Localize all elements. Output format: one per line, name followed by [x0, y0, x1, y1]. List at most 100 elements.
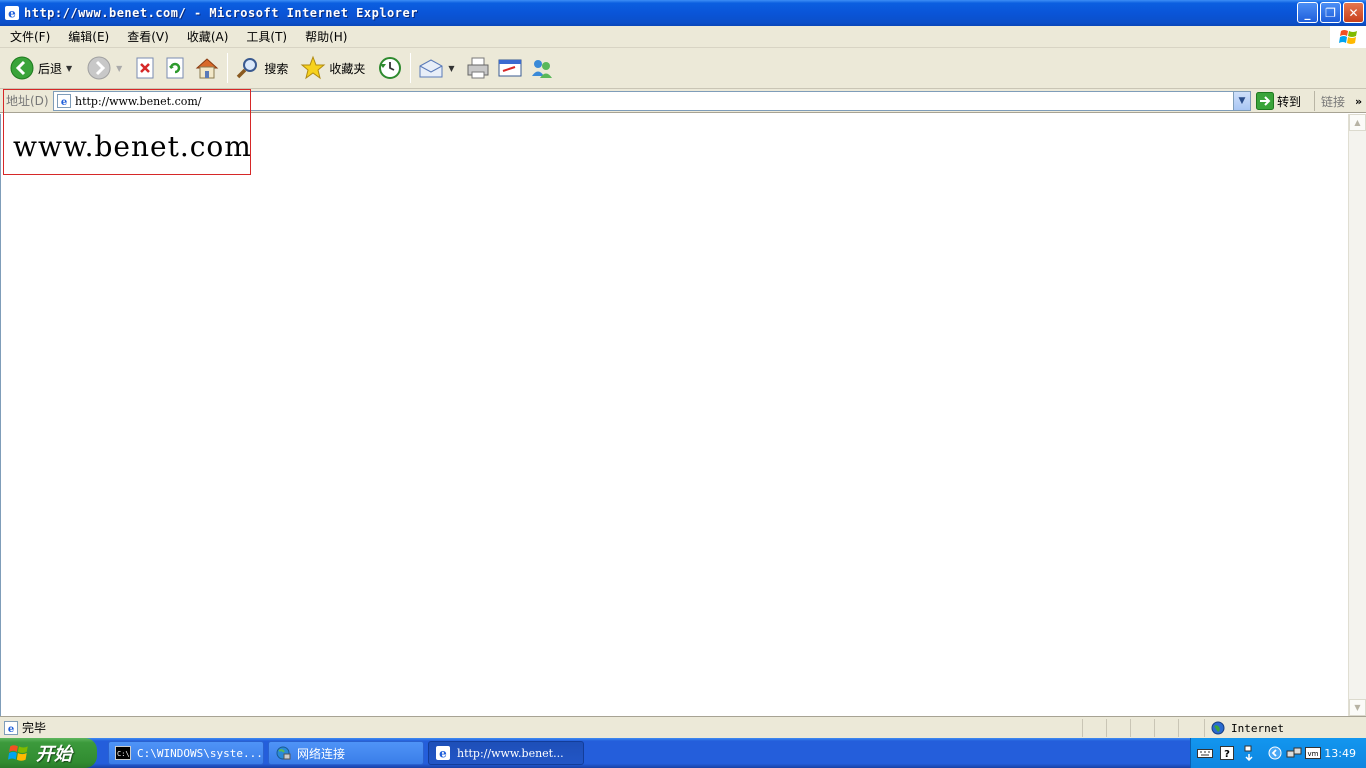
address-label: 地址(D) [6, 94, 49, 108]
close-button[interactable]: ✕ [1343, 2, 1364, 23]
mail-dropdown-icon[interactable]: ▼ [448, 64, 454, 73]
ie-icon: e [5, 6, 19, 21]
task-cmd[interactable]: C:\ C:\WINDOWS\syste... [108, 741, 264, 765]
standard-toolbar: 后退 ▼ ▼ 搜索 收藏夹 ▼ [0, 48, 1366, 89]
back-dropdown-icon[interactable]: ▼ [66, 64, 72, 73]
back-button[interactable]: 后退 ▼ [6, 50, 75, 86]
toolbar-separator [227, 53, 229, 83]
menu-favorites[interactable]: 收藏(A) [177, 28, 237, 45]
keyboard-icon[interactable] [1197, 745, 1213, 761]
refresh-button[interactable] [161, 50, 191, 86]
go-label: 转到 [1277, 94, 1302, 109]
title-bar[interactable]: e http://www.benet.com/ - Microsoft Inte… [0, 0, 1366, 26]
page-heading: www.benet.com [13, 130, 252, 163]
print-button[interactable] [462, 50, 494, 86]
globe-icon [1211, 721, 1225, 735]
network-connections-icon [276, 746, 291, 760]
vertical-scrollbar[interactable]: ▲ ▼ [1348, 114, 1366, 716]
status-message: e 完毕 [4, 719, 46, 736]
start-button[interactable]: 开始 [0, 738, 97, 768]
minimize-button[interactable]: _ [1297, 2, 1318, 23]
svg-text:e: e [8, 724, 14, 735]
system-tray: ? vm 13:49 [1190, 738, 1366, 768]
history-icon [379, 57, 402, 79]
search-button[interactable]: 搜索 [232, 50, 291, 86]
svg-text:e: e [8, 7, 16, 21]
svg-text:e: e [439, 747, 447, 761]
links-label: 链接 [1321, 94, 1346, 109]
forward-dropdown-icon[interactable]: ▼ [116, 64, 122, 73]
history-button[interactable] [374, 50, 406, 86]
status-pane [1154, 719, 1178, 737]
security-zone[interactable]: Internet [1204, 719, 1366, 737]
favorites-label: 收藏夹 [329, 61, 366, 76]
menu-tools[interactable]: 工具(T) [236, 28, 295, 45]
mail-icon [419, 59, 443, 78]
menu-view[interactable]: 查看(V) [117, 28, 177, 45]
help-icon[interactable]: ? [1219, 745, 1235, 761]
address-input[interactable] [75, 94, 1225, 108]
search-icon [237, 58, 258, 79]
messenger-icon [531, 60, 552, 78]
links-more-icon[interactable]: » [1355, 95, 1362, 108]
go-arrow-icon [1256, 92, 1274, 110]
stop-icon [136, 57, 154, 79]
task-cmd-label: C:\WINDOWS\syste... [137, 746, 263, 760]
home-button[interactable] [191, 50, 223, 86]
network-tray-icon[interactable] [1286, 745, 1302, 761]
zone-label: Internet [1231, 721, 1284, 735]
clock[interactable]: 13:49 [1324, 747, 1356, 760]
links-toolbar[interactable]: 链接 » [1314, 91, 1362, 111]
restore-button[interactable]: ❐ [1320, 2, 1341, 23]
task-network-label: 网络连接 [297, 746, 346, 761]
svg-text:vm: vm [1308, 750, 1319, 758]
volume-icon[interactable]: vm [1305, 745, 1321, 761]
address-dropdown-icon[interactable]: ▼ [1233, 92, 1250, 110]
menu-bar: 文件(F) 编辑(E) 查看(V) 收藏(A) 工具(T) 帮助(H) [0, 26, 1366, 48]
task-ie[interactable]: e http://www.benet... [428, 741, 584, 765]
address-bar: 地址(D) e ▼ 转到 链接 » [0, 89, 1366, 113]
go-button[interactable]: 转到 [1256, 91, 1301, 111]
menu-file[interactable]: 文件(F) [0, 28, 58, 45]
star-icon [300, 55, 326, 80]
messenger-button[interactable] [526, 50, 558, 86]
scroll-up-icon[interactable]: ▲ [1349, 114, 1366, 131]
menu-help[interactable]: 帮助(H) [295, 28, 355, 45]
tray-expand-icon[interactable] [1267, 745, 1283, 761]
scroll-down-icon[interactable]: ▼ [1349, 699, 1366, 716]
window-title: http://www.benet.com/ - Microsoft Intern… [24, 6, 418, 20]
edit-button[interactable] [494, 50, 526, 86]
page-content: www.benet.com [0, 114, 1348, 716]
forward-arrow-icon [87, 56, 111, 80]
printer-icon [467, 57, 489, 79]
home-icon [196, 58, 219, 79]
status-pane [1178, 719, 1202, 737]
start-label: 开始 [36, 744, 72, 765]
status-pane [1082, 719, 1106, 737]
toolbar-separator [410, 53, 412, 83]
svg-text:?: ? [1224, 749, 1230, 760]
favorites-button[interactable]: 收藏夹 [297, 50, 368, 86]
language-bar-icon[interactable] [1241, 745, 1257, 761]
refresh-icon [166, 57, 184, 79]
page-ie-icon: e [57, 94, 71, 108]
mail-button[interactable]: ▼ [415, 50, 457, 86]
status-pane [1130, 719, 1154, 737]
status-pane [1106, 719, 1130, 737]
address-field[interactable]: e ▼ [53, 91, 1251, 111]
window-controls: _ ❐ ✕ [1297, 2, 1364, 23]
back-label: 后退 [38, 61, 63, 76]
page-status-icon: e [4, 720, 18, 735]
task-network[interactable]: 网络连接 [268, 741, 424, 765]
ie-task-icon: e [436, 746, 450, 761]
search-label: 搜索 [264, 61, 289, 76]
forward-button[interactable]: ▼ [83, 50, 125, 86]
taskbar: 开始 C:\ C:\WINDOWS\syste... 网络连接 e http:/… [0, 738, 1366, 768]
svg-text:C:\: C:\ [117, 750, 130, 758]
windows-flag-icon [1330, 26, 1366, 48]
edit-page-icon [498, 59, 522, 77]
menu-edit[interactable]: 编辑(E) [58, 28, 117, 45]
stop-button[interactable] [131, 50, 161, 86]
cmd-icon: C:\ [115, 746, 131, 760]
status-text: 完毕 [22, 721, 47, 735]
